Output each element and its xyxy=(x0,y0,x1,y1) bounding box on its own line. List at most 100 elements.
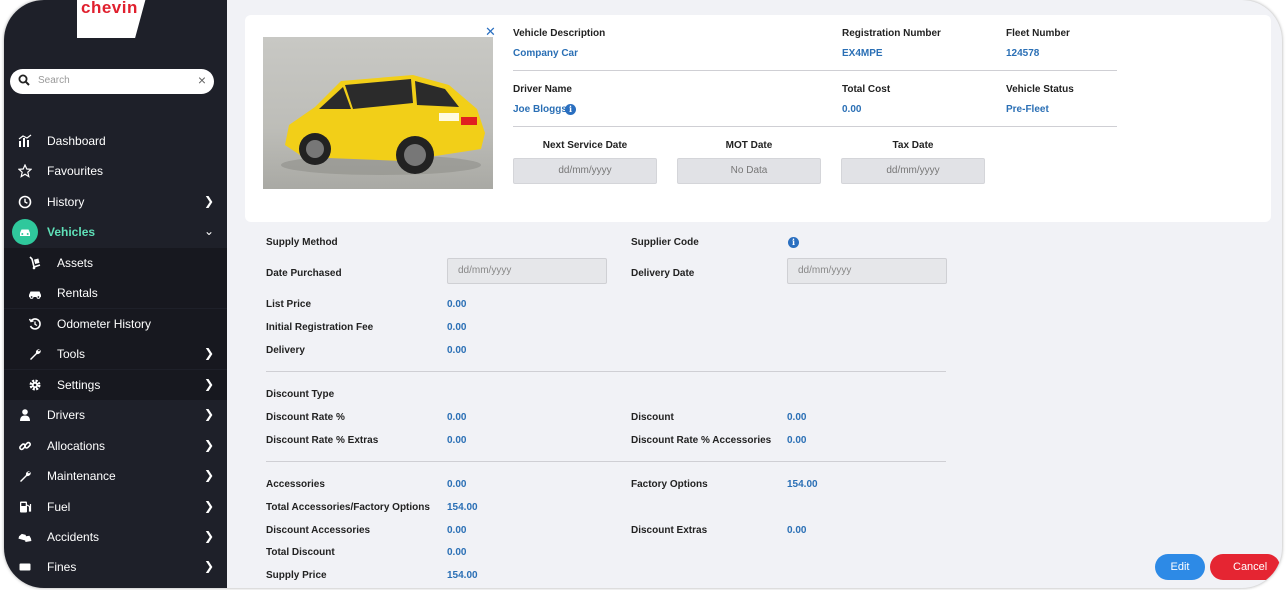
chevron-right-icon: ❯ xyxy=(203,346,214,360)
discount-type-label: Discount Type xyxy=(266,389,335,400)
chevron-right-icon: ❯ xyxy=(203,407,214,421)
info-icon[interactable]: i xyxy=(565,104,576,115)
sidebar-item-assets[interactable]: Assets xyxy=(4,248,227,278)
discount-value: 0.00 xyxy=(787,412,807,423)
discount-accessories-value: 0.00 xyxy=(447,525,467,536)
chevin-logo[interactable]: chevin xyxy=(77,0,147,38)
user-icon xyxy=(20,409,30,421)
sidebar-item-odometer-history[interactable]: Odometer History xyxy=(4,309,227,339)
sidebar-item-label: Odometer History xyxy=(57,317,152,331)
sidebar-item-tools[interactable]: Tools ❯ xyxy=(4,339,227,369)
divider xyxy=(513,126,1117,127)
driver-name-label: Driver Name xyxy=(513,84,572,95)
supply-price-value: 154.00 xyxy=(447,570,478,581)
list-price-label: List Price xyxy=(266,299,312,310)
sidebar-item-allocations[interactable]: Allocations ❯ xyxy=(4,431,227,461)
sidebar-item-dashboard[interactable]: Dashboard xyxy=(4,126,227,156)
fuel-icon xyxy=(20,501,32,513)
search-icon xyxy=(18,74,30,86)
sidebar-item-history[interactable]: History ❯ xyxy=(4,187,227,217)
mot-date-field[interactable]: No Data xyxy=(677,158,821,184)
chevron-right-icon: ❯ xyxy=(203,559,214,573)
search-input[interactable]: Search xyxy=(38,75,70,86)
sidebar-item-label: Vehicles xyxy=(47,225,96,239)
sidebar-item-label: Favourites xyxy=(47,164,104,178)
clear-search-icon[interactable]: × xyxy=(198,72,206,88)
trolley-icon xyxy=(29,256,41,270)
divider xyxy=(266,371,946,372)
initial-registration-fee-label: Initial Registration Fee xyxy=(266,322,374,333)
total-discount-value: 0.00 xyxy=(447,547,467,558)
logo-text: chevin xyxy=(81,0,138,17)
sidebar: chevin Search × Dashboard Favourites His… xyxy=(4,0,227,588)
search-box[interactable]: Search × xyxy=(10,69,214,94)
delivery-date-input[interactable]: dd/mm/yyyy xyxy=(787,258,947,284)
mot-date-label: MOT Date xyxy=(725,140,773,151)
sidebar-item-drivers[interactable]: Drivers ❯ xyxy=(4,400,227,430)
app-window: chevin Search × Dashboard Favourites His… xyxy=(4,0,1282,588)
vehicle-status-label: Vehicle Status xyxy=(1006,84,1074,95)
link-icon xyxy=(19,441,31,451)
discount-rate-accessories-value: 0.00 xyxy=(787,435,807,446)
discount-rate-accessories-label: Discount Rate % Accessories xyxy=(631,435,772,446)
registration-number-label: Registration Number xyxy=(842,28,941,39)
sidebar-item-rentals[interactable]: Rentals xyxy=(4,278,227,308)
date-purchased-input[interactable]: dd/mm/yyyy xyxy=(447,258,607,284)
sidebar-item-fines[interactable]: Fines ❯ xyxy=(4,552,227,582)
sidebar-item-label: Accidents xyxy=(47,530,100,544)
sidebar-item-accidents[interactable]: Accidents ❯ xyxy=(4,522,227,552)
wrench-icon xyxy=(30,349,41,360)
discount-rate-extras-value: 0.00 xyxy=(447,435,467,446)
vehicle-photo xyxy=(263,37,493,189)
edit-button[interactable]: Edit xyxy=(1155,554,1205,580)
delivery-date-label: Delivery Date xyxy=(631,268,695,279)
discount-rate-value: 0.00 xyxy=(447,412,467,423)
yellow-car-illustration xyxy=(281,75,485,175)
total-accessories-factory-value: 154.00 xyxy=(447,502,478,513)
next-service-date-label: Next Service Date xyxy=(542,140,628,151)
crash-icon xyxy=(18,533,32,542)
sidebar-item-label: Dashboard xyxy=(47,134,106,148)
initial-registration-fee-value: 0.00 xyxy=(447,322,467,333)
car-icon xyxy=(20,229,30,236)
discount-label: Discount xyxy=(631,412,674,423)
divider xyxy=(266,461,946,462)
delivery-value: 0.00 xyxy=(447,345,467,356)
sidebar-item-label: Allocations xyxy=(47,439,106,453)
clock-icon xyxy=(18,195,32,209)
car-small-icon xyxy=(29,291,41,299)
driver-name-value[interactable]: Joe Bloggs xyxy=(513,104,567,115)
sidebar-item-label: History xyxy=(47,195,85,209)
sidebar-item-vehicles[interactable]: Vehicles ⌄ xyxy=(4,217,227,247)
sidebar-item-settings[interactable]: Settings ❯ xyxy=(4,370,227,400)
vehicle-description-value: Company Car xyxy=(513,48,579,59)
vehicle-status-value: Pre-Fleet xyxy=(1006,104,1049,115)
chevron-down-icon: ⌄ xyxy=(203,224,214,238)
total-cost-label: Total Cost xyxy=(842,84,891,95)
list-price-value: 0.00 xyxy=(447,299,467,310)
total-cost-value: 0.00 xyxy=(842,104,862,115)
close-icon[interactable]: ✕ xyxy=(485,24,496,40)
info-icon[interactable]: i xyxy=(788,237,799,248)
ticket-icon xyxy=(19,563,31,571)
next-service-date-field[interactable]: dd/mm/yyyy xyxy=(513,158,657,184)
discount-accessories-label: Discount Accessories xyxy=(266,525,371,536)
tax-date-field[interactable]: dd/mm/yyyy xyxy=(841,158,985,184)
vehicle-summary-card: ✕ Vehicle Description Company Car Regist… xyxy=(245,15,1271,222)
supply-method-label: Supply Method xyxy=(266,237,338,248)
sidebar-item-label: Rentals xyxy=(57,286,98,300)
sidebar-item-favourites[interactable]: Favourites xyxy=(4,156,227,186)
accessories-value: 0.00 xyxy=(447,479,467,490)
chevron-right-icon: ❯ xyxy=(203,529,214,543)
chevron-right-icon: ❯ xyxy=(203,194,214,208)
sidebar-item-fuel[interactable]: Fuel ❯ xyxy=(4,492,227,522)
wrench-icon xyxy=(20,471,31,482)
sidebar-item-label: Tools xyxy=(57,347,86,361)
supply-price-label: Supply Price xyxy=(266,570,327,581)
chevron-right-icon: ❯ xyxy=(203,377,214,391)
cancel-button[interactable]: Cancel xyxy=(1210,554,1280,580)
chart-icon xyxy=(18,134,32,147)
sidebar-item-label: Assets xyxy=(57,256,94,270)
sidebar-item-label: Drivers xyxy=(47,408,85,422)
sidebar-item-maintenance[interactable]: Maintenance ❯ xyxy=(4,461,227,491)
